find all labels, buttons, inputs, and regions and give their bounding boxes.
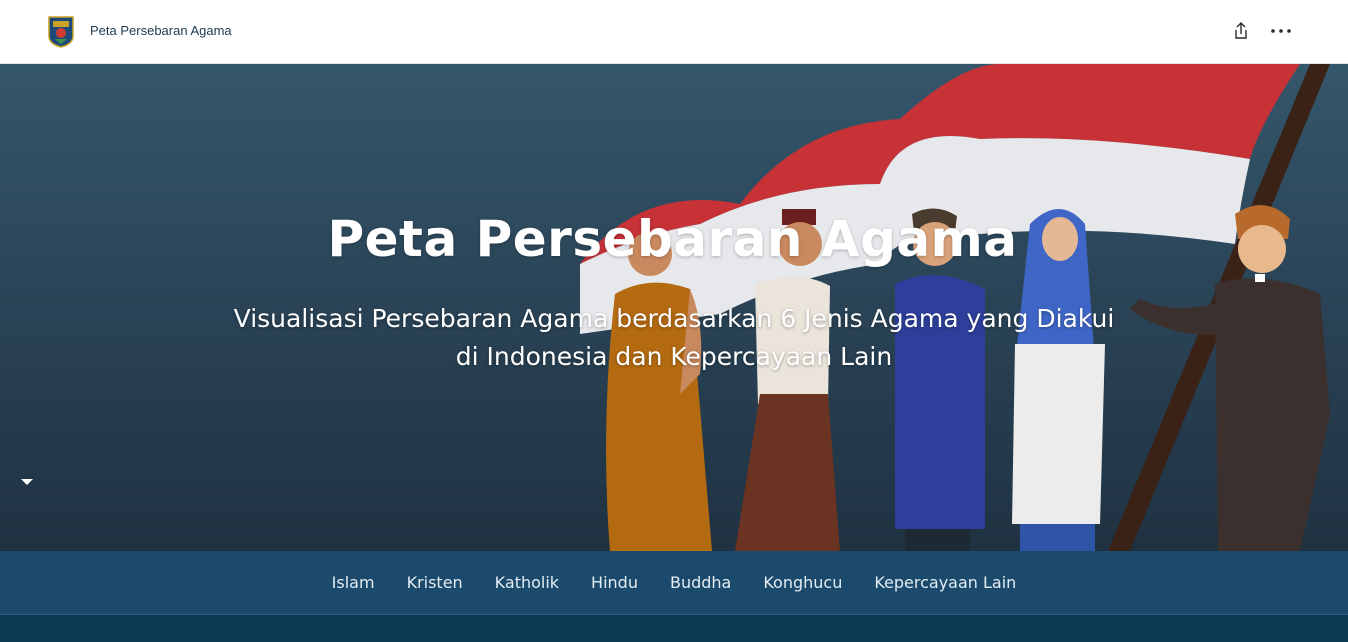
top-header-bar: Peta Persebaran Agama: [0, 0, 1348, 64]
nav-item-konghucu[interactable]: Konghucu: [763, 573, 842, 592]
nav-item-buddha[interactable]: Buddha: [670, 573, 731, 592]
nav-item-kepercayaan-lain[interactable]: Kepercayaan Lain: [874, 573, 1016, 592]
content-area-top: [0, 615, 1348, 642]
more-options-icon[interactable]: [1268, 20, 1294, 42]
hero-subtitle: Visualisasi Persebaran Agama berdasarkan…: [233, 304, 1115, 371]
caret-down-icon[interactable]: [18, 474, 36, 488]
religion-nav-bar: Islam Kristen Katholik Hindu Buddha Kong…: [0, 551, 1348, 615]
nav-item-katholik[interactable]: Katholik: [495, 573, 559, 592]
religion-nav-list: Islam Kristen Katholik Hindu Buddha Kong…: [0, 551, 1348, 614]
hero-title: Peta Persebaran Agama: [327, 210, 1018, 268]
nav-item-hindu[interactable]: Hindu: [591, 573, 638, 592]
nav-item-kristen[interactable]: Kristen: [407, 573, 463, 592]
government-emblem-icon[interactable]: [47, 14, 75, 48]
nav-item-islam[interactable]: Islam: [332, 573, 375, 592]
app-title[interactable]: Peta Persebaran Agama: [90, 23, 232, 38]
share-icon[interactable]: [1230, 20, 1252, 42]
hero-banner: Peta Persebaran Agama Visualisasi Perseb…: [0, 64, 1348, 551]
